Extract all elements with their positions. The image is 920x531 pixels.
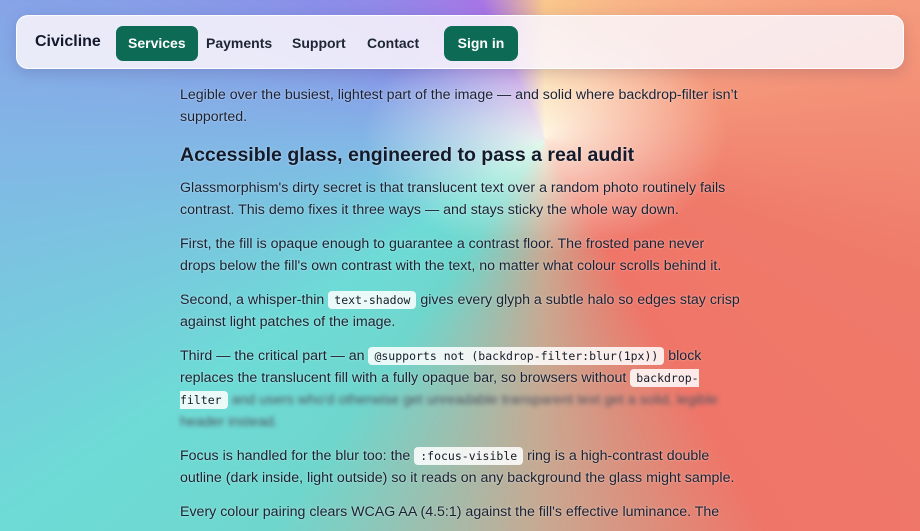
paragraph-2: First, the fill is opaque enough to guar… <box>180 236 722 274</box>
paragraph-4-text-a: Third — the critical part — an <box>180 348 369 364</box>
paragraph-3: Second, a whisper-thin text-shadow gives… <box>180 289 740 333</box>
article-heading: Accessible glass, engineered to pass a r… <box>180 144 635 166</box>
paragraph-4: Third — the critical part — an @supports… <box>180 345 740 433</box>
nav-link-services[interactable]: Services <box>116 26 198 61</box>
nav-link-payments[interactable]: Payments <box>194 26 284 61</box>
focus-visible-code: :focus-visible <box>414 447 524 465</box>
text-shadow-code: text-shadow <box>328 291 417 309</box>
nav-link-support[interactable]: Support <box>280 26 358 61</box>
supports-code: @supports not (backdrop-filter:blur(1px)… <box>368 347 665 365</box>
paragraph-5: Focus is handled for the blur too: the :… <box>180 445 740 489</box>
paragraph-1: Glassmorphism's dirty secret is that tra… <box>180 180 726 218</box>
article-content: Legible over the busiest, lightest part … <box>180 84 740 531</box>
paragraph-6: Every colour pairing clears WCAG AA (4.5… <box>180 504 720 520</box>
paragraph-3-text-a: Second, a whisper-thin <box>180 292 329 308</box>
top-navigation-bar: Civicline Services Payments Support Cont… <box>16 15 904 69</box>
paragraph-4-text-c: and users who'd otherwise get unreadable… <box>180 392 718 430</box>
nav-link-contact[interactable]: Contact <box>355 26 431 61</box>
paragraph-5-text-a: Focus is handled for the blur too: the <box>180 448 415 464</box>
brand-logo[interactable]: Civicline <box>35 33 101 51</box>
sign-in-button[interactable]: Sign in <box>444 26 518 61</box>
intro-paragraph: Legible over the busiest, lightest part … <box>180 87 738 125</box>
